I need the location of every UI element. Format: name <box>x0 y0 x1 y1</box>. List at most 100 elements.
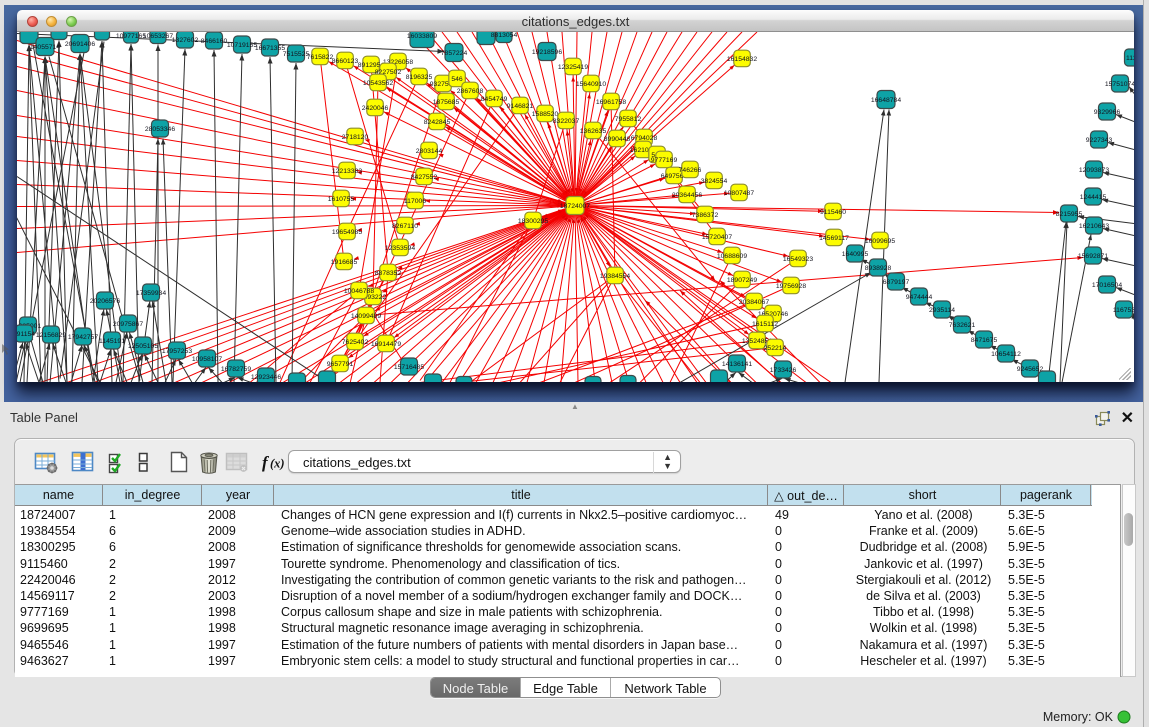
svg-text:16154832: 16154832 <box>727 56 757 63</box>
svg-text:12156829: 12156829 <box>36 332 66 339</box>
svg-text:10807487: 10807487 <box>724 190 754 197</box>
svg-text:16914479: 16914479 <box>371 341 401 348</box>
svg-text:2718120: 2718120 <box>342 134 369 141</box>
svg-text:12325419: 12325419 <box>558 64 588 71</box>
svg-text:10543562: 10543562 <box>363 80 393 87</box>
svg-text:18907249: 18907249 <box>727 277 757 284</box>
svg-text:12093873: 12093873 <box>1079 167 1109 174</box>
svg-text:7632621: 7632621 <box>949 322 976 329</box>
svg-text:252214: 252214 <box>764 345 787 352</box>
svg-text:9777169: 9777169 <box>651 157 678 164</box>
svg-text:9657791: 9657791 <box>327 361 354 368</box>
svg-text:14055714: 14055714 <box>30 44 60 51</box>
svg-text:16671355: 16671355 <box>255 45 285 52</box>
svg-text:9146821: 9146821 <box>507 103 534 110</box>
svg-text:9227343: 9227343 <box>1086 137 1113 144</box>
svg-text:1145191: 1145191 <box>99 338 125 345</box>
svg-text:117006: 117006 <box>404 198 426 205</box>
svg-text:12213383: 12213383 <box>332 168 362 175</box>
svg-text:16782759: 16782759 <box>221 366 251 373</box>
svg-text:f: f <box>262 453 270 472</box>
svg-text:10958107: 10958107 <box>192 356 222 363</box>
svg-text:1640995: 1640995 <box>842 251 869 258</box>
svg-text:8471675: 8471675 <box>971 337 998 344</box>
svg-text:14099489: 14099489 <box>351 313 381 320</box>
svg-text:8267110: 8267110 <box>392 223 418 230</box>
svg-text:8466160: 8466160 <box>201 38 228 45</box>
svg-text:8990448: 8990448 <box>604 136 631 143</box>
svg-text:391154: 391154 <box>17 331 35 338</box>
svg-text:7857224: 7857224 <box>441 50 468 57</box>
svg-text:9474444: 9474444 <box>906 294 933 301</box>
svg-text:3824554: 3824554 <box>701 178 728 185</box>
svg-text:2867608: 2867608 <box>457 88 484 95</box>
svg-text:9115460: 9115460 <box>820 209 846 216</box>
svg-text:1610755: 1610755 <box>328 196 355 203</box>
svg-text:16033809: 16033809 <box>407 33 437 40</box>
svg-text:20384067: 20384067 <box>739 299 769 306</box>
svg-text:17016504: 17016504 <box>1092 282 1122 289</box>
svg-text:1327602: 1327602 <box>172 37 199 44</box>
svg-text:16961758: 16961758 <box>596 99 626 106</box>
svg-text:10653267: 10653267 <box>143 33 173 40</box>
svg-text:8215955: 8215955 <box>1056 211 1083 218</box>
svg-text:2935114: 2935114 <box>929 307 955 314</box>
svg-text:116753: 116753 <box>1113 307 1134 314</box>
svg-text:1362635: 1362635 <box>580 128 607 135</box>
svg-text:15751074: 15751074 <box>1105 81 1134 88</box>
svg-text:7386372: 7386372 <box>692 212 719 219</box>
svg-text:16210643: 16210643 <box>1079 223 1109 230</box>
svg-text:1733426: 1733426 <box>770 367 797 374</box>
svg-text:16648784: 16648784 <box>871 97 901 104</box>
svg-text:16549323: 16549323 <box>783 256 813 263</box>
svg-text:12923446: 12923446 <box>251 374 281 381</box>
svg-text:14136141: 14136141 <box>722 361 752 368</box>
svg-text:9245652: 9245652 <box>1017 366 1044 373</box>
svg-text:8938928: 8938928 <box>865 265 892 272</box>
svg-text:1244415: 1244415 <box>1080 194 1107 201</box>
svg-text:19756928: 19756928 <box>776 283 806 290</box>
svg-text:14569117: 14569117 <box>819 235 849 242</box>
svg-text:1112: 1112 <box>1126 55 1134 62</box>
svg-text:12353594: 12353594 <box>385 245 415 252</box>
svg-text:10046788: 10046788 <box>344 288 374 295</box>
svg-text:7625402: 7625402 <box>342 339 369 346</box>
svg-text:28053346: 28053346 <box>145 126 175 133</box>
svg-text:17359934: 17359934 <box>136 290 166 297</box>
svg-text:1615112: 1615112 <box>752 321 778 328</box>
svg-text:18300295: 18300295 <box>518 218 548 225</box>
svg-text:7515525: 7515525 <box>283 51 310 58</box>
svg-text:8196325: 8196325 <box>406 74 433 81</box>
svg-text:8878352: 8878352 <box>375 270 402 277</box>
svg-text:15720407: 15720407 <box>702 234 732 241</box>
svg-text:20206576: 20206576 <box>90 298 120 305</box>
svg-text:15692871: 15692871 <box>1078 253 1108 260</box>
svg-text:7615822: 7615822 <box>307 54 334 61</box>
svg-text:746266: 746266 <box>679 167 702 174</box>
svg-text:15716485: 15716485 <box>394 364 424 371</box>
svg-text:(x): (x) <box>270 457 285 471</box>
svg-text:19384554: 19384554 <box>600 273 630 280</box>
svg-text:1588520: 1588520 <box>532 111 559 118</box>
svg-text:8813054: 8813054 <box>491 32 518 39</box>
svg-text:20691406: 20691406 <box>65 41 95 48</box>
svg-text:15640910: 15640910 <box>576 81 606 88</box>
svg-text:12505105: 12505105 <box>128 343 158 350</box>
svg-text:18724007: 18724007 <box>560 203 590 210</box>
svg-text:1916685: 1916685 <box>331 259 358 266</box>
svg-text:10688609: 10688609 <box>717 253 747 260</box>
svg-text:8454749: 8454749 <box>481 96 508 103</box>
svg-text:2420046: 2420046 <box>362 105 389 112</box>
svg-text:1875685: 1875685 <box>433 99 460 106</box>
svg-text:19218596: 19218596 <box>532 49 562 56</box>
svg-text:8660123: 8660123 <box>332 58 359 65</box>
svg-text:8322037: 8322037 <box>553 118 580 125</box>
svg-text:6879197: 6879197 <box>883 279 910 286</box>
svg-text:7955812: 7955812 <box>615 116 642 123</box>
svg-text:10654112: 10654112 <box>991 351 1021 358</box>
svg-text:17957253: 17957253 <box>162 348 192 355</box>
svg-text:20364456: 20364456 <box>672 192 702 199</box>
svg-text:16099695: 16099695 <box>865 238 895 245</box>
svg-text:546: 546 <box>451 76 463 83</box>
svg-text:10977165: 10977165 <box>116 33 146 40</box>
